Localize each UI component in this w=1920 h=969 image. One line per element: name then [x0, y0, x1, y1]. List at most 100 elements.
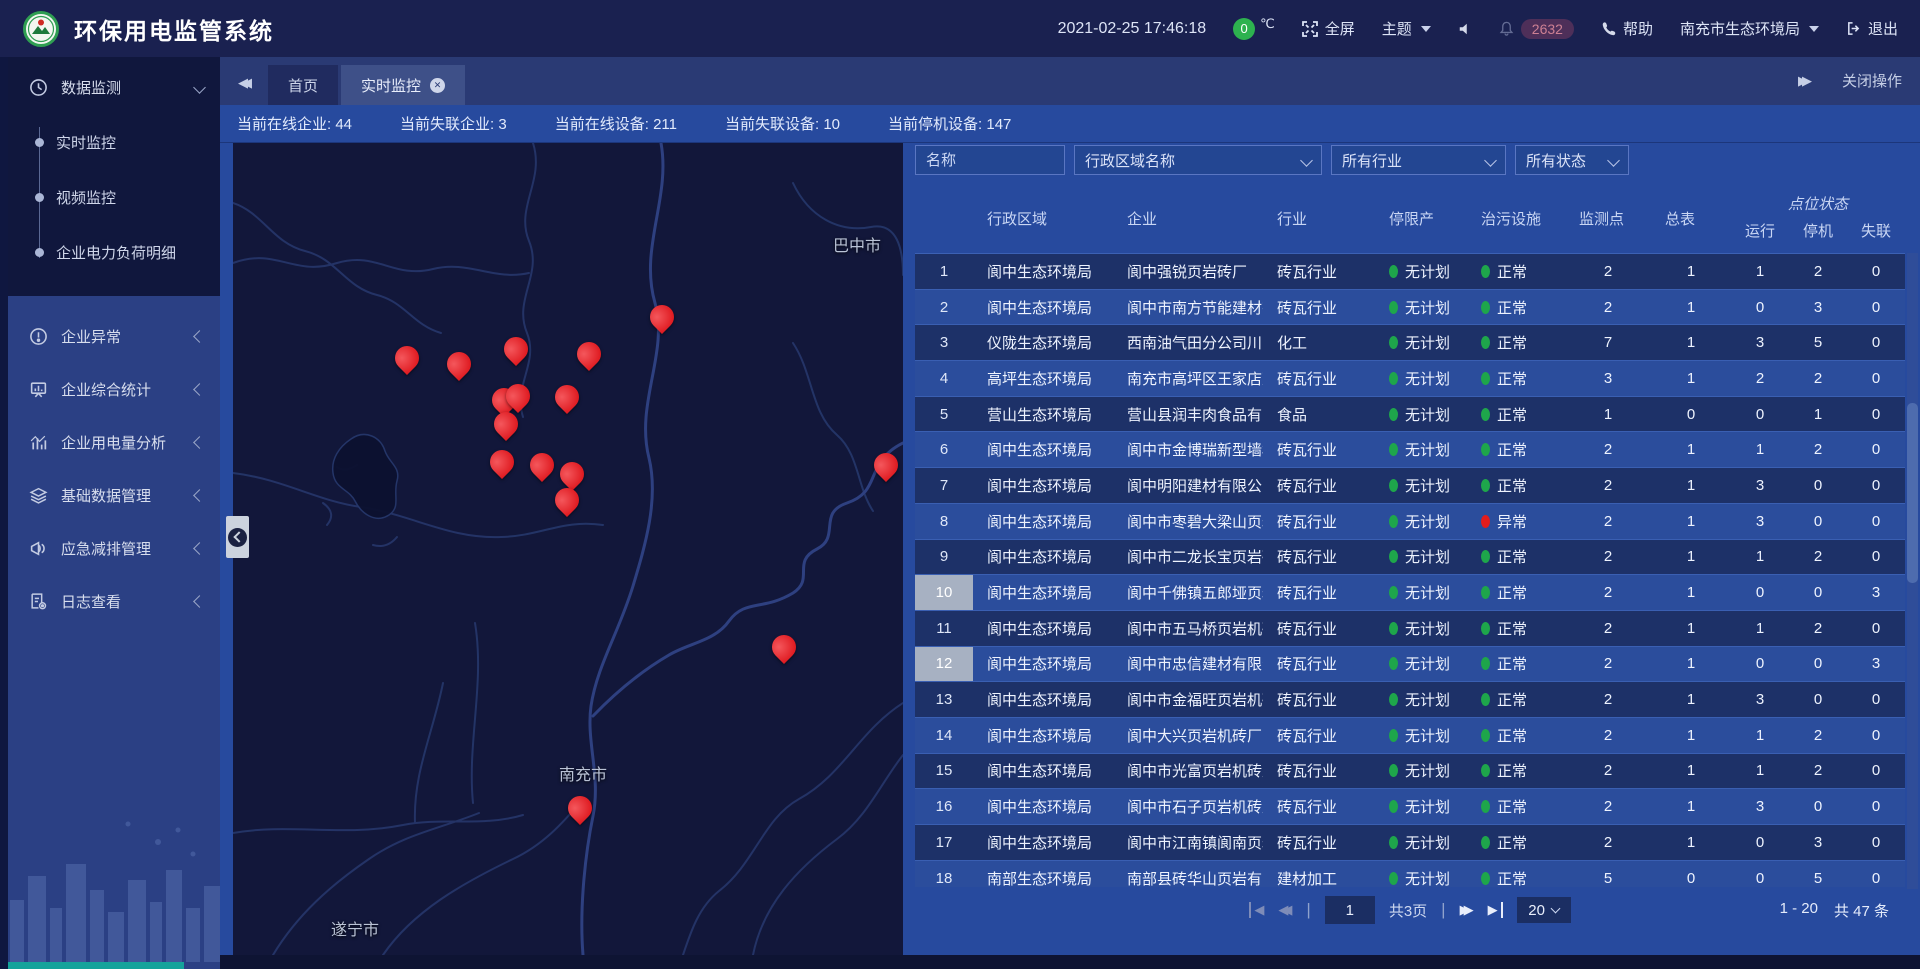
table-row[interactable]: 4高坪生态环境局南充市高坪区王家店建砖瓦行业无计划正常31220	[915, 361, 1905, 397]
cell-monitor-count: 2	[1565, 611, 1651, 646]
user-org-menu[interactable]: 南充市生态环境局	[1680, 18, 1819, 39]
table-row[interactable]: 2阆中生态环境局阆中市南方节能建材有砖瓦行业无计划正常21030	[915, 290, 1905, 326]
table-row[interactable]: 13阆中生态环境局阆中市金福旺页岩机砖砖瓦行业无计划正常21300	[915, 682, 1905, 718]
map-panel[interactable]: 巴中市南充市遂宁市	[233, 143, 903, 955]
cell-meter-count: 1	[1651, 718, 1731, 753]
tab-close-icon[interactable]: ✕	[430, 78, 445, 93]
cell-lost-count: 0	[1847, 861, 1905, 887]
table-row[interactable]: 1阆中生态环境局阆中强锐页岩砖厂砖瓦行业无计划正常21120	[915, 254, 1905, 290]
cell-lost-count: 0	[1847, 397, 1905, 432]
name-filter-input[interactable]	[915, 145, 1065, 175]
layers-icon	[28, 486, 48, 506]
next-page-button[interactable]: ▶▶	[1460, 902, 1474, 918]
region-filter-select[interactable]: 行政区域名称	[1074, 145, 1322, 175]
range-label: 1 - 20	[1780, 900, 1818, 921]
status-filter-select[interactable]: 所有状态	[1515, 145, 1629, 175]
alert-icon	[28, 327, 48, 347]
cell-lost-count: 0	[1847, 325, 1905, 360]
theme-menu[interactable]: 主题	[1382, 18, 1431, 39]
subitem-label: 实时监控	[56, 132, 116, 153]
cell-run-count: 3	[1731, 504, 1789, 539]
sidebar-item-data-monitoring[interactable]: 数据监测	[8, 63, 220, 111]
row-number: 6	[915, 432, 973, 467]
sound-mute-button[interactable]	[1458, 22, 1472, 36]
sidebar-item-label: 数据监测	[61, 77, 121, 98]
table-row[interactable]: 6阆中生态环境局阆中市金博瑞新型墙材砖瓦行业无计划正常21120	[915, 432, 1905, 468]
industry-filter-select[interactable]: 所有行业	[1331, 145, 1506, 175]
cell-company: 阆中市光富页岩机砖厂	[1113, 754, 1263, 789]
cell-company: 南部县砖华山页岩有限公	[1113, 861, 1263, 887]
cell-industry: 砖瓦行业	[1263, 825, 1375, 860]
cell-meter-count: 0	[1651, 861, 1731, 887]
table-row[interactable]: 11阆中生态环境局阆中市五马桥页岩机砖砖瓦行业无计划正常21120	[915, 611, 1905, 647]
sidebar-subitem-realtime-monitoring[interactable]: 实时监控	[8, 115, 220, 170]
col-monitor: 监测点	[1565, 208, 1651, 229]
gauge-icon	[28, 77, 48, 97]
close-operations-button[interactable]: 关闭操作	[1842, 70, 1902, 91]
scrollbar-thumb[interactable]	[1907, 403, 1918, 583]
enterprise-panel: 行政区域名称 所有行业 所有状态 行政区域 企业 行业 停限产 治污设施	[915, 145, 1905, 935]
cell-region: 阆中生态环境局	[973, 789, 1113, 824]
page-size-select[interactable]: 20	[1517, 897, 1571, 923]
fullscreen-button[interactable]: 全屏	[1302, 18, 1355, 39]
map-collapse-button[interactable]	[226, 516, 249, 558]
table-row[interactable]: 8阆中生态环境局阆中市枣碧大梁山页岩砖瓦行业无计划异常21300	[915, 504, 1905, 540]
tab-home[interactable]: 首页	[268, 65, 338, 105]
tab-realtime-monitoring[interactable]: 实时监控 ✕	[341, 65, 465, 105]
cell-stop-count: 0	[1789, 789, 1847, 824]
col-group-point-status: 点位状态 运行 停机 失联	[1731, 183, 1905, 253]
sidebar-item-enterprise-abnormal[interactable]: 企业异常	[8, 310, 220, 363]
sidebar-subitem-video-monitoring[interactable]: 视频监控	[8, 170, 220, 225]
table-row[interactable]: 18南部生态环境局南部县砖华山页岩有限公建材加工无计划正常50050	[915, 861, 1905, 887]
cell-limit-status: 无计划	[1375, 254, 1467, 289]
sidebar-item-emergency-reduction[interactable]: 应急减排管理	[8, 522, 220, 575]
table-row[interactable]: 15阆中生态环境局阆中市光富页岩机砖厂砖瓦行业无计划正常21120	[915, 754, 1905, 790]
sidebar-subitem-power-load-detail[interactable]: 企业电力负荷明细	[8, 225, 220, 280]
sidebar-item-log-view[interactable]: 日志查看	[8, 575, 220, 628]
chevron-down-icon	[1484, 154, 1497, 167]
chevron-down-icon	[1421, 26, 1431, 32]
cell-region: 营山生态环境局	[973, 397, 1113, 432]
table-row[interactable]: 10阆中生态环境局阆中千佛镇五郎垭页岩砖瓦行业无计划正常21003	[915, 575, 1905, 611]
cell-industry: 砖瓦行业	[1263, 504, 1375, 539]
table-row[interactable]: 12阆中生态环境局阆中市忠信建材有限公砖瓦行业无计划正常21003	[915, 647, 1905, 683]
pagination-summary: 1 - 20 共 47 条	[1780, 900, 1889, 921]
row-number: 16	[915, 789, 973, 824]
sidebar-item-power-analysis[interactable]: 企业用电量分析	[8, 416, 220, 469]
prev-page-button[interactable]: ◀◀	[1278, 902, 1292, 918]
table-row[interactable]: 3仪陇生态环境局西南油气田分公司川中化工无计划正常71350	[915, 325, 1905, 361]
sidebar-item-label: 日志查看	[61, 591, 121, 612]
status-dot	[1481, 622, 1490, 635]
cell-facility-status: 正常	[1467, 718, 1565, 753]
tabs-scroll-right-button[interactable]: ▶▶	[1798, 73, 1812, 89]
sidebar-item-base-data[interactable]: 基础数据管理	[8, 469, 220, 522]
logout-button[interactable]: 退出	[1846, 18, 1898, 39]
table-row[interactable]: 7阆中生态环境局阆中明阳建材有限公司砖瓦行业无计划正常21300	[915, 468, 1905, 504]
last-page-button[interactable]: ▶	[1488, 902, 1503, 918]
status-offline-enterprises: 当前失联企业: 3	[400, 113, 507, 134]
table-row[interactable]: 9阆中生态环境局阆中市二龙长宝页岩砖砖瓦行业无计划正常21120	[915, 540, 1905, 576]
status-dot	[1389, 693, 1398, 706]
total-count-label: 共 47 条	[1834, 900, 1889, 921]
table-row[interactable]: 14阆中生态环境局阆中大兴页岩机砖厂砖瓦行业无计划正常21120	[915, 718, 1905, 754]
table-row[interactable]: 17阆中生态环境局阆中市江南镇阆南页岩砖瓦行业无计划正常21030	[915, 825, 1905, 861]
status-dot	[1481, 800, 1490, 813]
cell-monitor-count: 2	[1565, 825, 1651, 860]
chevron-left-icon	[193, 542, 206, 555]
first-page-button[interactable]: ◀	[1249, 902, 1264, 918]
status-dot	[1481, 872, 1490, 885]
status-dot	[1389, 550, 1398, 563]
notifications-button[interactable]: 2632	[1499, 19, 1574, 39]
tab-bar: ◀◀ 首页 实时监控 ✕ ▶▶ 关闭操作	[220, 57, 1920, 105]
table-row[interactable]: 5营山生态环境局营山县润丰肉食品有限食品无计划正常10010	[915, 397, 1905, 433]
sidebar-item-enterprise-statistics[interactable]: 企业综合统计	[8, 363, 220, 416]
table-row[interactable]: 16阆中生态环境局阆中市石子页岩机砖厂砖瓦行业无计划正常21300	[915, 789, 1905, 825]
cell-industry: 砖瓦行业	[1263, 647, 1375, 682]
tabs-scroll-left-button[interactable]: ◀◀	[238, 75, 252, 91]
table-scrollbar[interactable]	[1907, 253, 1918, 889]
row-number: 12	[915, 647, 973, 682]
help-button[interactable]: 帮助	[1601, 18, 1653, 39]
page-input[interactable]	[1325, 896, 1375, 924]
cell-meter-count: 1	[1651, 611, 1731, 646]
cell-company: 阆中市枣碧大梁山页岩	[1113, 504, 1263, 539]
